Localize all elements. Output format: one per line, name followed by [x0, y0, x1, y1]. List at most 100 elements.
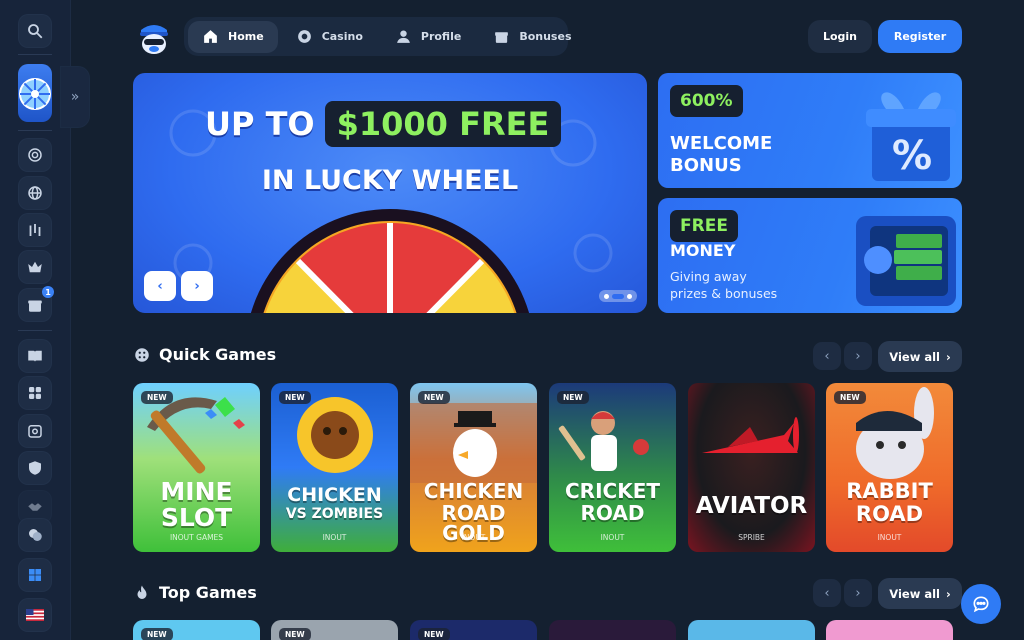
sidebar-item-vip[interactable]	[18, 250, 52, 284]
notification-badge: 1	[42, 286, 54, 298]
game-provider: SPRIBE	[738, 533, 765, 542]
game-provider: INOUT	[877, 533, 902, 542]
top-game-card[interactable]	[826, 620, 953, 640]
promo-welcome-bonus[interactable]: 600% WELCOME BONUS %	[658, 73, 962, 188]
crown-icon	[28, 261, 42, 273]
register-button[interactable]: Register	[878, 20, 962, 53]
home-icon	[204, 30, 217, 43]
new-badge: NEW	[834, 391, 866, 404]
quick-games-next[interactable]: ›	[844, 342, 872, 370]
new-badge: NEW	[279, 391, 311, 404]
casino-chip-icon	[297, 30, 311, 43]
game-card-rabbit-road[interactable]: NEW RABBIT ROAD INOUT	[826, 383, 953, 552]
nav-home[interactable]: Home	[188, 20, 278, 53]
top-game-card[interactable]	[688, 620, 815, 640]
sidebar-item-sports[interactable]	[18, 176, 52, 210]
casino-chip-icon	[28, 148, 42, 162]
top-game-card[interactable]: NEW	[271, 620, 398, 640]
hero-prev-button[interactable]: ‹	[144, 271, 176, 301]
hero-headline: UP TO $1000 FREE	[205, 101, 562, 147]
sidebar-item-security[interactable]	[18, 451, 52, 485]
chevron-left-icon: ‹	[157, 278, 163, 294]
chevron-right-icon: ›	[855, 585, 861, 601]
nav-casino[interactable]: Casino	[282, 21, 377, 53]
top-game-card[interactable]	[549, 620, 676, 640]
chevron-right-icon: ›	[855, 348, 861, 364]
sidebar-item-support[interactable]	[18, 518, 52, 552]
new-badge: NEW	[418, 628, 450, 640]
support-chat-button[interactable]	[961, 584, 1001, 624]
hero-banner[interactable]: UP TO $1000 FREE IN LUCKY WHEEL ‹ ›	[133, 73, 647, 313]
quick-games-prev[interactable]: ‹	[813, 342, 841, 370]
promo-money-title: MONEY	[670, 241, 736, 260]
promo-title-line2: BONUS	[670, 155, 742, 176]
view-all-label: View all	[889, 586, 940, 601]
top-games-next[interactable]: ›	[844, 579, 872, 607]
game-card-aviator[interactable]: AVIATOR SPRIBE	[688, 383, 815, 552]
game-card-mine-slot[interactable]: NEW MINE SLOT INOUT GAMES	[133, 383, 260, 552]
carousel-dot-active[interactable]	[612, 293, 624, 299]
carousel-dots	[599, 290, 637, 302]
chevron-left-icon: ‹	[824, 348, 830, 364]
promo-sub-line1: Giving away	[670, 269, 747, 284]
globe-icon	[28, 186, 42, 200]
search-button[interactable]	[18, 14, 52, 48]
game-title-line1: MINE	[160, 477, 233, 506]
game-card-cricket-road[interactable]: NEW CRICKET ROAD INOUT	[549, 383, 676, 552]
hero-subheadline: IN LUCKY WHEEL	[261, 165, 519, 196]
chat-bubble-icon	[973, 596, 989, 613]
quick-games-view-all[interactable]: View all ›	[878, 341, 962, 372]
book-icon	[28, 350, 42, 362]
carousel-dot[interactable]	[627, 293, 632, 299]
sidebar-expand-button[interactable]: »	[60, 66, 90, 128]
login-button[interactable]: Login	[808, 20, 872, 53]
lucky-wheel-illustration	[250, 209, 530, 313]
game-provider: INOUT GAMES	[169, 533, 224, 542]
top-game-card[interactable]: NEW	[133, 620, 260, 640]
new-badge: NEW	[141, 391, 173, 404]
language-button[interactable]	[18, 598, 52, 632]
game-provider: INOUT	[600, 533, 625, 542]
lucky-wheel-button[interactable]	[18, 64, 52, 122]
game-card-chicken-vs-zombies[interactable]: NEW CHICKEN VS ZOMBIES INOUT	[271, 383, 398, 552]
dice-icon	[135, 347, 149, 362]
support-chat-icon	[29, 529, 42, 541]
safe-money-illustration	[856, 216, 956, 306]
sidebar-divider	[18, 130, 52, 131]
promo-free-money[interactable]: FREE MONEY Giving away prizes & bonuses	[658, 198, 962, 313]
promo-percent: 600%	[670, 85, 743, 117]
us-flag-icon	[26, 609, 44, 621]
view-all-label: View all	[889, 349, 940, 364]
plane-illustration	[702, 417, 799, 453]
game-title-line2: VS ZOMBIES	[285, 506, 384, 522]
nav-profile[interactable]: Profile	[381, 21, 475, 53]
top-games-view-all[interactable]: View all ›	[878, 578, 962, 609]
sidebar-divider	[18, 330, 52, 331]
sidebar-item-trading[interactable]	[18, 213, 52, 247]
fire-icon	[137, 585, 147, 599]
windows-icon	[29, 569, 41, 581]
sidebar-item-games[interactable]	[18, 376, 52, 410]
sidebar-item-bonuses[interactable]: 1	[18, 286, 54, 322]
lucky-wheel-icon	[19, 78, 51, 110]
carousel-dot[interactable]	[604, 293, 609, 299]
nav-bonuses[interactable]: Bonuses	[479, 21, 585, 53]
user-icon	[397, 30, 410, 43]
sidebar-item-safe[interactable]	[18, 414, 52, 448]
games-icon	[29, 387, 41, 399]
gift-box-illustration: %	[866, 92, 956, 181]
site-logo[interactable]	[136, 18, 172, 56]
windows-app-button[interactable]	[18, 558, 52, 592]
game-card-chicken-road-gold[interactable]: NEW CHICKEN ROAD GOLD INOUT	[410, 383, 537, 552]
nav-casino-label: Casino	[321, 30, 363, 43]
top-game-card[interactable]: NEW	[410, 620, 537, 640]
safe-icon	[28, 425, 42, 438]
sidebar-item-casino[interactable]	[18, 138, 52, 172]
chevron-right-icon: ›	[945, 349, 951, 364]
new-badge: NEW	[141, 628, 173, 640]
quick-games-title: Quick Games	[159, 345, 277, 364]
sidebar-item-rules[interactable]	[18, 339, 52, 373]
hero-next-button[interactable]: ›	[181, 271, 213, 301]
shield-icon	[29, 461, 41, 475]
top-games-prev[interactable]: ‹	[813, 579, 841, 607]
